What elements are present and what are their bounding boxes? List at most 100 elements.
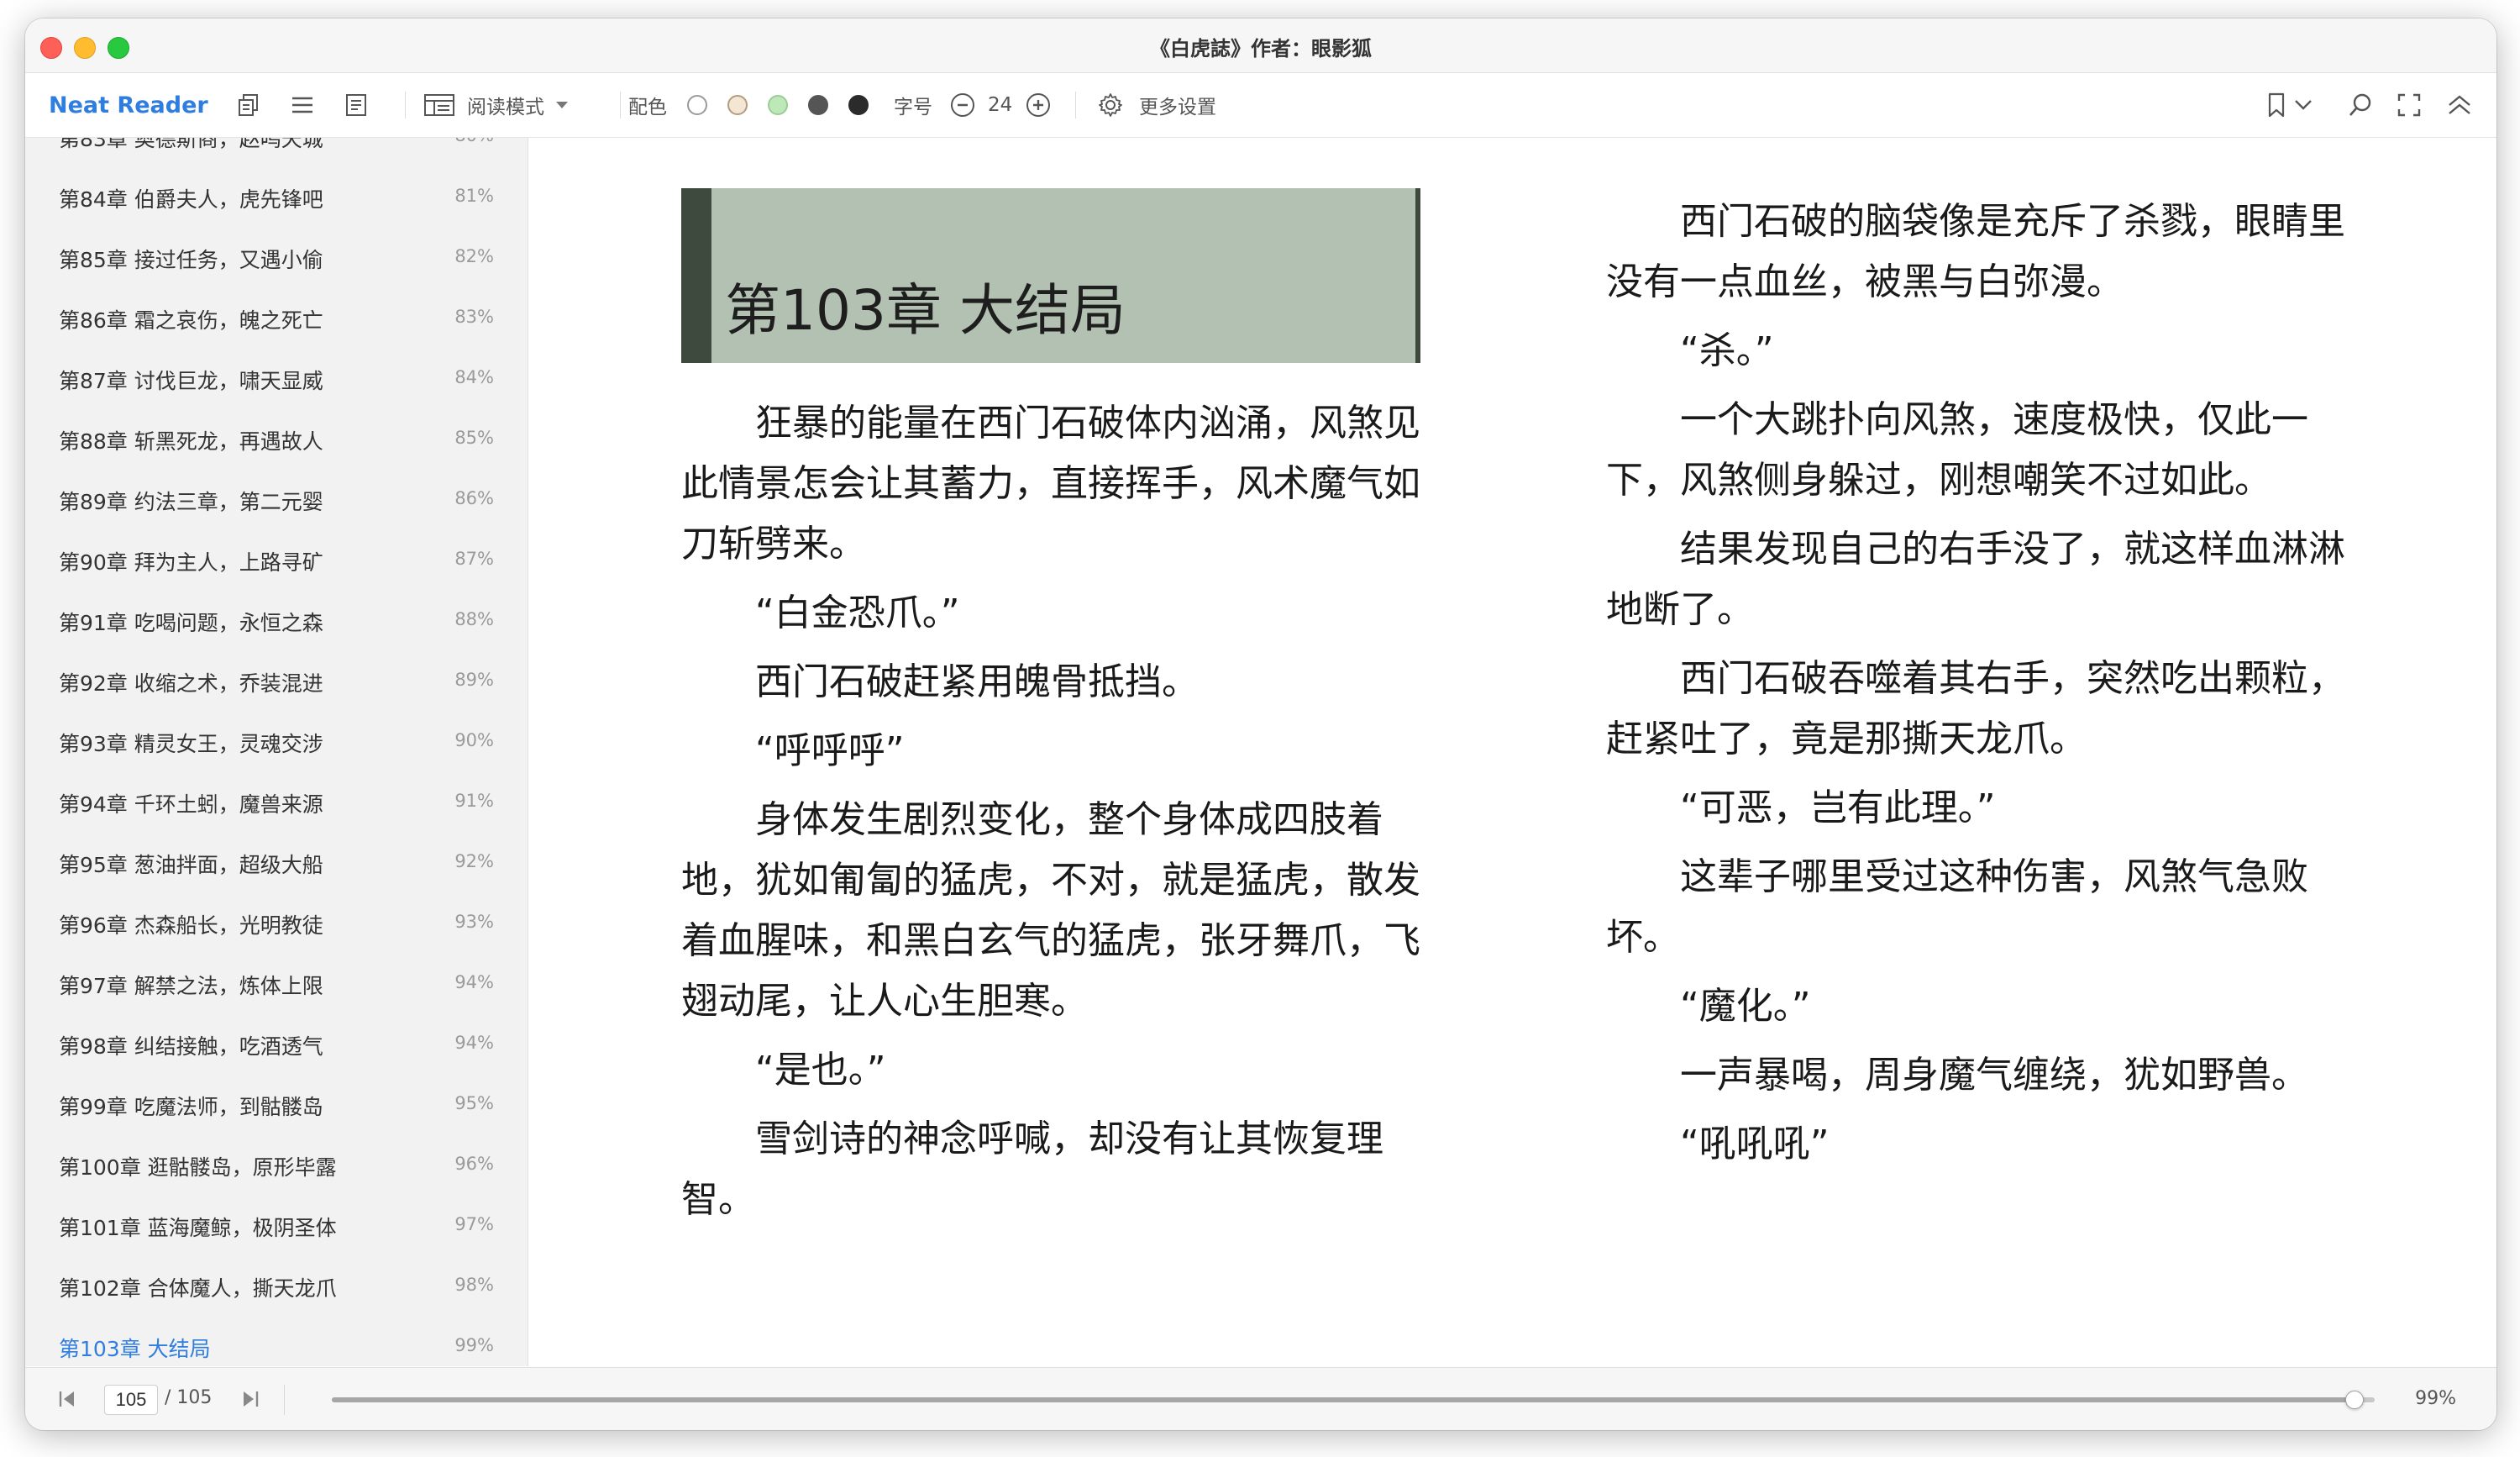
progress-slider-thumb[interactable] <box>2344 1391 2364 1409</box>
copy-icon[interactable] <box>235 73 262 137</box>
last-page-button[interactable] <box>239 1386 262 1415</box>
notes-icon[interactable] <box>343 73 370 137</box>
paragraph: 狂暴的能量在西门石破体内汹涌，风煞见此情景怎会让其蓄力，直接挥手，风术魔气如刀斩… <box>681 402 1420 565</box>
toc-item-percent: 91% <box>454 791 494 811</box>
toc-item-label: 第89章 约法三章，第二元婴 <box>59 490 323 514</box>
skip-end-icon <box>239 1391 262 1415</box>
toc-item[interactable]: 第88章 斩黑死龙，再遇故人 85% <box>25 410 528 471</box>
toc-item-label: 第94章 千环土蚓，魔兽来源 <box>59 792 323 817</box>
toc-item[interactable]: 第90章 拜为主人，上路寻矿 87% <box>25 531 528 592</box>
toc-sidebar[interactable]: 第83章 奥德斯商，赵鸣天城 80% 第84章 伯爵夫人，虎先锋吧 81% 第85章 接… <box>25 138 528 1366</box>
toc-item-percent: 80% <box>454 138 494 145</box>
paragraph: “呼呼呼” <box>755 729 905 772</box>
color-swatch-sepia[interactable] <box>727 95 748 115</box>
paragraph: “杀。” <box>1680 329 1774 372</box>
paragraph: 身体发生剧烈变化，整个身体成四肢着地，犹如匍匐的猛虎，不对，就是猛虎，散发着血腥… <box>681 798 1420 1023</box>
toc-item-label: 第92章 收缩之术，乔装混进 <box>59 671 323 696</box>
first-page-button[interactable] <box>55 1386 79 1415</box>
toc-item[interactable]: 第102章 合体魔人，撕天龙爪 98% <box>25 1257 528 1318</box>
heading-accent-bar <box>681 188 711 363</box>
toc-item-label: 第102章 合体魔人，撕天龙爪 <box>59 1276 337 1301</box>
progress-slider[interactable] <box>332 1391 2375 1409</box>
toc-item[interactable]: 第95章 葱油拌面，超级大船 92% <box>25 834 528 894</box>
font-decrease-button[interactable] <box>949 73 976 137</box>
toc-item-percent: 98% <box>454 1275 494 1295</box>
toc-item-label: 第88章 斩黑死龙，再遇故人 <box>59 429 323 454</box>
paragraph: “可恶，岂有此理。” <box>1680 786 1996 829</box>
color-swatch-white[interactable] <box>687 95 707 115</box>
toc-list-icon[interactable] <box>289 73 316 137</box>
font-increase-button[interactable] <box>1025 73 1052 137</box>
toc-item[interactable]: 第92章 收缩之术，乔装混进 89% <box>25 652 528 713</box>
toc-item[interactable]: 第101章 蓝海魔鲸，极阴圣体 97% <box>25 1197 528 1257</box>
paragraph: 结果发现自己的右手没了，就这样血淋淋地断了。 <box>1606 528 2345 631</box>
toc-item-percent: 87% <box>454 549 494 569</box>
bookmark-button[interactable] <box>2265 73 2313 137</box>
more-settings-button[interactable]: 更多设置 <box>1097 73 1216 137</box>
toc-item[interactable]: 第84章 伯爵夫人，虎先锋吧 81% <box>25 168 528 229</box>
paragraph: 一声暴喝，周身魔气缠绕，犹如野兽。 <box>1680 1054 2308 1097</box>
heading-accent-bar <box>1415 188 1420 363</box>
toc-item[interactable]: 第97章 解禁之法，炼体上限 94% <box>25 955 528 1015</box>
toc-item-label: 第96章 杰森船长，光明教徒 <box>59 913 323 938</box>
paragraph: “是也。” <box>755 1049 886 1091</box>
toc-item-percent: 90% <box>454 730 494 750</box>
toc-item[interactable]: 第83章 奥德斯商，赵鸣天城 80% <box>25 138 528 168</box>
toc-item-label: 第100章 逛骷髅岛，原形毕露 <box>59 1155 337 1180</box>
bottom-nav-bar: / 105 99% <box>25 1367 2496 1430</box>
toc-item-percent: 96% <box>454 1154 494 1174</box>
toc-item-percent: 95% <box>454 1093 494 1113</box>
toc-item-percent: 81% <box>454 186 494 206</box>
color-swatch-gray[interactable] <box>808 95 828 115</box>
toc-item[interactable]: 第96章 杰森船长，光明教徒 93% <box>25 894 528 955</box>
gear-icon <box>1097 92 1124 118</box>
paragraph: “白金恐爪。” <box>755 592 960 634</box>
chevron-down-icon <box>2293 98 2313 112</box>
toc-item[interactable]: 第98章 纠结接触，吃酒透气 94% <box>25 1015 528 1076</box>
toc-item[interactable]: 第85章 接过任务，又遇小偷 82% <box>25 229 528 289</box>
toc-item[interactable]: 第94章 千环土蚓，魔兽来源 91% <box>25 773 528 834</box>
paragraph: 一个大跳扑向风煞，速度极快，仅此一下，风煞侧身躲过，刚想嘲笑不过如此。 <box>1606 398 2308 502</box>
toc-item[interactable]: 第93章 精灵女王，灵魂交涉 90% <box>25 713 528 773</box>
search-button[interactable] <box>2347 73 2374 137</box>
toc-item[interactable]: 第89章 约法三章，第二元婴 86% <box>25 471 528 531</box>
toc-item-label: 第83章 奥德斯商，赵鸣天城 <box>59 138 323 151</box>
font-size-value: 24 <box>988 94 1013 116</box>
collapse-toolbar-button[interactable] <box>2446 73 2473 137</box>
minus-circle-icon <box>949 92 976 118</box>
toc-item-label: 第99章 吃魔法师，到骷髅岛 <box>59 1095 323 1119</box>
paragraph: 雪剑诗的神念呼喊，却没有让其恢复理智。 <box>681 1118 1383 1221</box>
title-bar: 《白虎誌》作者：眼影狐 <box>25 18 2496 73</box>
skip-start-icon <box>55 1391 79 1415</box>
toc-item-label: 第98章 纠结接触，吃酒透气 <box>59 1034 323 1059</box>
toc-item-percent: 83% <box>454 307 494 327</box>
page-column-left: 狂暴的能量在西门石破体内汹涌，风煞见此情景怎会让其蓄力，直接挥手，风术魔气如刀斩… <box>681 393 1420 1239</box>
toc-item[interactable]: 第100章 逛骷髅岛，原形毕露 96% <box>25 1136 528 1197</box>
toc-item[interactable]: 第86章 霜之哀伤，魄之死亡 83% <box>25 289 528 350</box>
toc-item[interactable]: 第91章 吃喝问题，永恒之森 88% <box>25 592 528 652</box>
toc-item-percent: 86% <box>454 488 494 508</box>
toc-item-label: 第90章 拜为主人，上路寻矿 <box>59 550 323 575</box>
toc-item[interactable]: 第99章 吃魔法师，到骷髅岛 95% <box>25 1076 528 1136</box>
reading-mode-label: 阅读模式 <box>467 97 544 118</box>
color-swatch-dark[interactable] <box>848 95 869 115</box>
paragraph: 西门石破赶紧用魄骨抵挡。 <box>755 660 1199 703</box>
fullscreen-button[interactable] <box>2396 73 2423 137</box>
app-window: 《白虎誌》作者：眼影狐 Neat Reader 阅读模式 配色 字号 24 更多… <box>25 18 2496 1430</box>
toc-item-label: 第87章 讨伐巨龙，啸天显威 <box>59 369 323 393</box>
color-swatch-green[interactable] <box>768 95 788 115</box>
app-name-link[interactable]: Neat Reader <box>49 73 208 137</box>
toc-item-percent: 88% <box>454 609 494 629</box>
toc-item-label: 第97章 解禁之法，炼体上限 <box>59 974 323 998</box>
reading-pane[interactable]: 第103章 大结局 狂暴的能量在西门石破体内汹涌，风煞见此情景怎会让其蓄力，直接… <box>528 138 2496 1366</box>
page-column-right: 西门石破的脑袋像是充斥了杀戮，眼睛里没有一点血丝，被黑与白弥漫。 “杀。” 一个大跳… <box>1606 192 2345 1183</box>
toc-item[interactable]: 第103章 大结局 99% <box>25 1318 528 1366</box>
reading-mode-dropdown[interactable]: 阅读模式 <box>423 73 570 137</box>
color-label: 配色 <box>628 97 667 118</box>
toolbar: Neat Reader 阅读模式 配色 字号 24 更多设置 <box>25 73 2496 138</box>
toc-item[interactable]: 第87章 讨伐巨龙，啸天显威 84% <box>25 350 528 410</box>
page-number-input[interactable] <box>104 1385 158 1415</box>
toc-item-percent: 84% <box>454 367 494 387</box>
plus-circle-icon <box>1025 92 1052 118</box>
toc-item-label: 第93章 精灵女王，灵魂交涉 <box>59 732 323 756</box>
